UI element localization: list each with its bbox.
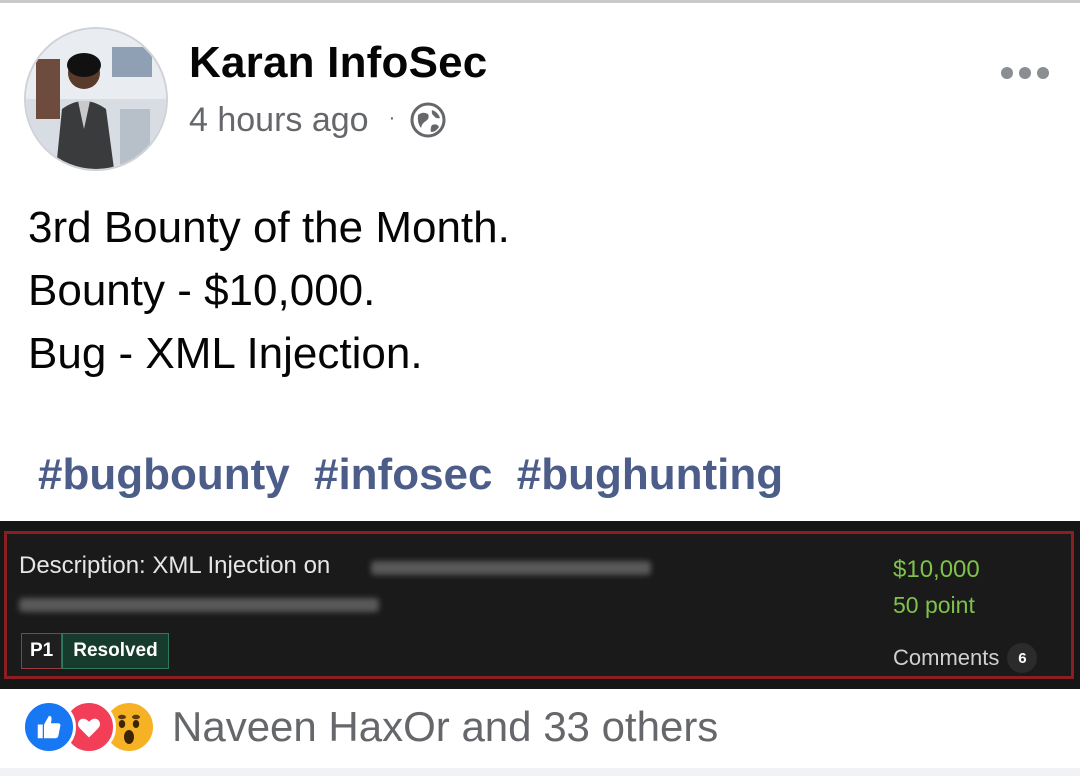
report-comments: Comments 6 xyxy=(893,643,1038,673)
post-timestamp[interactable]: 4 hours ago xyxy=(189,101,369,140)
status-badge: Resolved xyxy=(62,633,169,669)
priority-badge: P1 xyxy=(21,633,63,669)
more-options-button[interactable] xyxy=(990,56,1060,90)
author-name[interactable]: Karan InfoSec xyxy=(189,38,487,88)
post-line: Bug - XML Injection. xyxy=(28,329,423,378)
more-horizontal-icon-dot xyxy=(1019,67,1031,79)
hashtag-link[interactable]: #infosec xyxy=(314,450,493,499)
comments-count: 6 xyxy=(1007,643,1038,673)
globe-icon[interactable] xyxy=(409,101,447,139)
hashtag-link[interactable]: #bughunting xyxy=(517,450,783,499)
profile-photo xyxy=(26,29,166,169)
report-badges: P1 Resolved xyxy=(21,633,169,669)
more-horizontal-icon-dot xyxy=(1037,67,1049,79)
hashtag-link[interactable]: #bugbounty xyxy=(38,450,290,499)
avatar[interactable] xyxy=(24,27,168,171)
like-icon xyxy=(22,700,76,754)
post-line: Bounty - $10,000. xyxy=(28,266,376,315)
meta-separator: · xyxy=(388,107,396,129)
reactions-bar[interactable]: Naveen HaxOr and 33 others xyxy=(22,699,718,755)
bottom-edge xyxy=(0,768,1080,776)
report-description: Description: XML Injection on xyxy=(19,552,331,579)
reaction-summary[interactable]: Naveen HaxOr and 33 others xyxy=(172,703,718,751)
top-divider xyxy=(0,0,1080,3)
redacted-text xyxy=(19,598,379,612)
post-meta: 4 hours ago · xyxy=(189,98,447,142)
report-card: Description: XML Injection on P1 Resolve… xyxy=(4,531,1074,679)
bounty-points: 50 point xyxy=(893,592,975,618)
hashtags: #bugbounty #infosec #bughunting xyxy=(38,450,795,500)
bounty-amount: $10,000 xyxy=(893,556,980,583)
attached-screenshot[interactable]: Description: XML Injection on P1 Resolve… xyxy=(0,521,1080,689)
post-body: 3rd Bounty of the Month. Bounty - $10,00… xyxy=(28,196,510,385)
post-line: 3rd Bounty of the Month. xyxy=(28,203,510,252)
comments-label: Comments xyxy=(893,645,1000,670)
more-horizontal-icon xyxy=(1001,67,1013,79)
redacted-text xyxy=(371,561,651,575)
